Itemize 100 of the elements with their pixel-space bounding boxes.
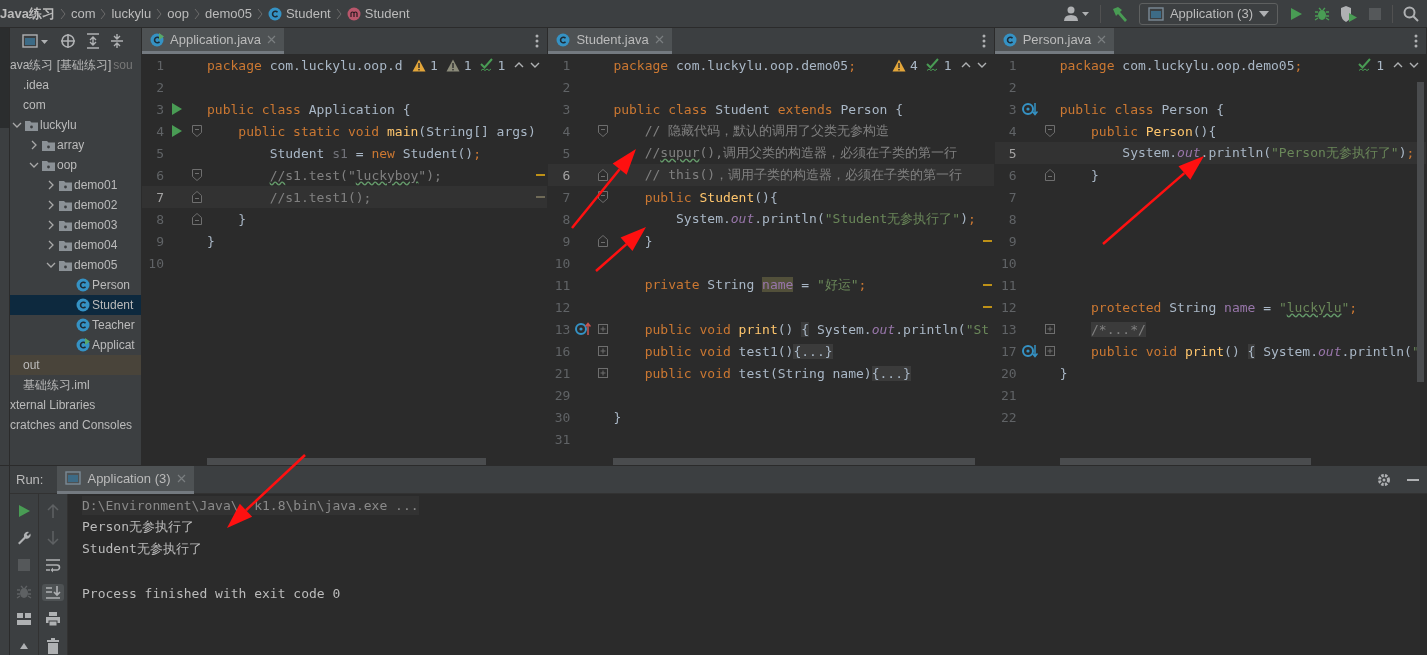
fold-icon[interactable] xyxy=(192,125,202,137)
more-icon[interactable] xyxy=(981,34,986,48)
run-icon[interactable] xyxy=(1288,5,1304,22)
run-icon[interactable] xyxy=(171,124,183,138)
more-icon[interactable] xyxy=(535,34,540,48)
scrollbar-thumb[interactable] xyxy=(207,458,486,465)
tree-item[interactable]: demo05 xyxy=(10,255,141,275)
scrollbar-thumb[interactable] xyxy=(1417,82,1424,382)
breadcrumb[interactable]: Student xyxy=(342,6,414,21)
breadcrumb[interactable]: demo05 xyxy=(200,6,256,21)
fold-icon[interactable] xyxy=(192,191,202,203)
scrollbar-thumb[interactable] xyxy=(613,458,976,465)
trash-icon[interactable] xyxy=(46,638,60,655)
search-icon[interactable] xyxy=(1403,5,1419,22)
tree-item-label: cratches and Consoles xyxy=(10,418,133,432)
tree-item[interactable]: .idea xyxy=(10,75,141,95)
error-stripe-mark[interactable] xyxy=(982,240,992,242)
console-output: Process finished with exit code 0 xyxy=(82,585,341,601)
circle-down-arrow-icon[interactable] xyxy=(1021,344,1038,358)
error-stripe-mark[interactable] xyxy=(982,284,992,286)
fold-icon[interactable] xyxy=(598,191,609,203)
window-icon[interactable] xyxy=(22,34,50,48)
tree-item[interactable]: out xyxy=(10,355,141,375)
up-chevron-icon[interactable] xyxy=(1392,60,1404,70)
editor-tab[interactable]: Student.java xyxy=(548,28,672,54)
run-icon[interactable] xyxy=(171,102,183,116)
expand-icon[interactable] xyxy=(598,324,609,334)
shield-run-icon[interactable] xyxy=(1340,5,1358,22)
tree-item[interactable]: demo03 xyxy=(10,215,141,235)
tree-item[interactable]: 基础练习.iml xyxy=(10,375,141,395)
tree-item[interactable]: cratches and Consoles xyxy=(10,415,141,435)
bug-icon[interactable] xyxy=(1314,5,1330,22)
fold-icon[interactable] xyxy=(598,235,609,247)
wrench-icon[interactable] xyxy=(16,529,32,546)
tree-item-label: oop xyxy=(57,158,78,172)
tree-item[interactable]: Teacher xyxy=(10,315,141,335)
line-number: 20 xyxy=(1000,365,1017,381)
code-line: package com.luckylu.oop.demo05; xyxy=(612,57,856,73)
down-chevron-icon[interactable] xyxy=(1408,60,1420,70)
tree-item[interactable]: com xyxy=(10,95,141,115)
expand-icon[interactable] xyxy=(1044,324,1055,334)
run-tab[interactable]: Application (3) xyxy=(57,465,194,494)
hammer-icon[interactable] xyxy=(1110,5,1129,22)
gear-icon[interactable] xyxy=(1377,472,1391,487)
tree-item[interactable]: Person xyxy=(10,275,141,295)
fold-icon[interactable] xyxy=(1044,169,1055,181)
up-chevron-icon[interactable] xyxy=(959,60,972,70)
tree-item[interactable]: luckylu xyxy=(10,115,141,135)
tree-item[interactable]: ava练习 [基础练习] sou xyxy=(10,55,141,75)
up-chevron-icon[interactable] xyxy=(513,60,526,70)
breadcrumb[interactable]: com xyxy=(66,6,100,21)
fold-icon[interactable] xyxy=(192,213,202,225)
breadcrumb[interactable]: Java练习 xyxy=(0,4,59,23)
line-number: 6 xyxy=(561,167,571,183)
line-number: 10 xyxy=(147,255,164,271)
expand-icon[interactable] xyxy=(598,346,609,356)
scrollbar-thumb[interactable] xyxy=(1059,458,1311,465)
layout-icon[interactable] xyxy=(16,612,32,627)
breadcrumb[interactable]: oop xyxy=(163,6,193,21)
tree-item[interactable]: Student xyxy=(10,295,141,315)
tree-item[interactable]: demo01 xyxy=(10,175,141,195)
error-stripe-mark[interactable] xyxy=(536,174,546,176)
expand-all-icon[interactable] xyxy=(86,33,100,49)
circle-up-arrow-icon[interactable] xyxy=(575,322,592,336)
tree-item[interactable]: oop xyxy=(10,155,141,175)
run-configuration-dropdown[interactable]: Application (3) xyxy=(1138,2,1278,25)
chevron-icon xyxy=(58,6,67,21)
line-number: 21 xyxy=(1000,387,1017,403)
more-icon[interactable] xyxy=(1414,34,1418,48)
down-chevron-icon[interactable] xyxy=(975,60,988,70)
fold-icon[interactable] xyxy=(598,169,609,181)
line-number: 11 xyxy=(553,277,571,293)
class-run-icon xyxy=(76,338,90,352)
down-chevron-icon[interactable] xyxy=(529,60,542,70)
fold-icon[interactable] xyxy=(598,125,609,137)
tree-item[interactable]: Applicat xyxy=(10,335,141,355)
tree-item[interactable]: demo02 xyxy=(10,195,141,215)
circle-down-arrow-icon[interactable] xyxy=(1021,102,1038,116)
fold-icon[interactable] xyxy=(1044,125,1055,137)
code-line: public static void main(String[] args) xyxy=(237,123,536,139)
pin-icon[interactable] xyxy=(18,643,30,650)
check-icon xyxy=(1358,58,1373,72)
tree-item[interactable]: demo04 xyxy=(10,235,141,255)
tree-item[interactable]: array xyxy=(10,135,141,155)
expand-icon[interactable] xyxy=(598,368,609,378)
breadcrumb[interactable]: luckylu xyxy=(107,6,156,21)
user-icon[interactable] xyxy=(1063,5,1090,22)
line-number: 3 xyxy=(1007,101,1017,117)
collapse-all-icon[interactable] xyxy=(110,33,124,49)
caret-icon xyxy=(1259,10,1269,17)
error-stripe-mark[interactable] xyxy=(982,306,992,308)
run-icon[interactable] xyxy=(16,502,32,519)
breadcrumb[interactable]: Student xyxy=(263,6,335,21)
editor-tab[interactable]: Application.java xyxy=(142,28,285,54)
crosshair-icon[interactable] xyxy=(60,33,76,49)
expand-icon[interactable] xyxy=(1044,346,1055,356)
tree-item[interactable]: xternal Libraries xyxy=(10,395,141,415)
fold-icon[interactable] xyxy=(192,169,202,181)
editor-tab[interactable]: Person.java xyxy=(994,28,1115,54)
error-stripe-mark[interactable] xyxy=(536,196,546,198)
